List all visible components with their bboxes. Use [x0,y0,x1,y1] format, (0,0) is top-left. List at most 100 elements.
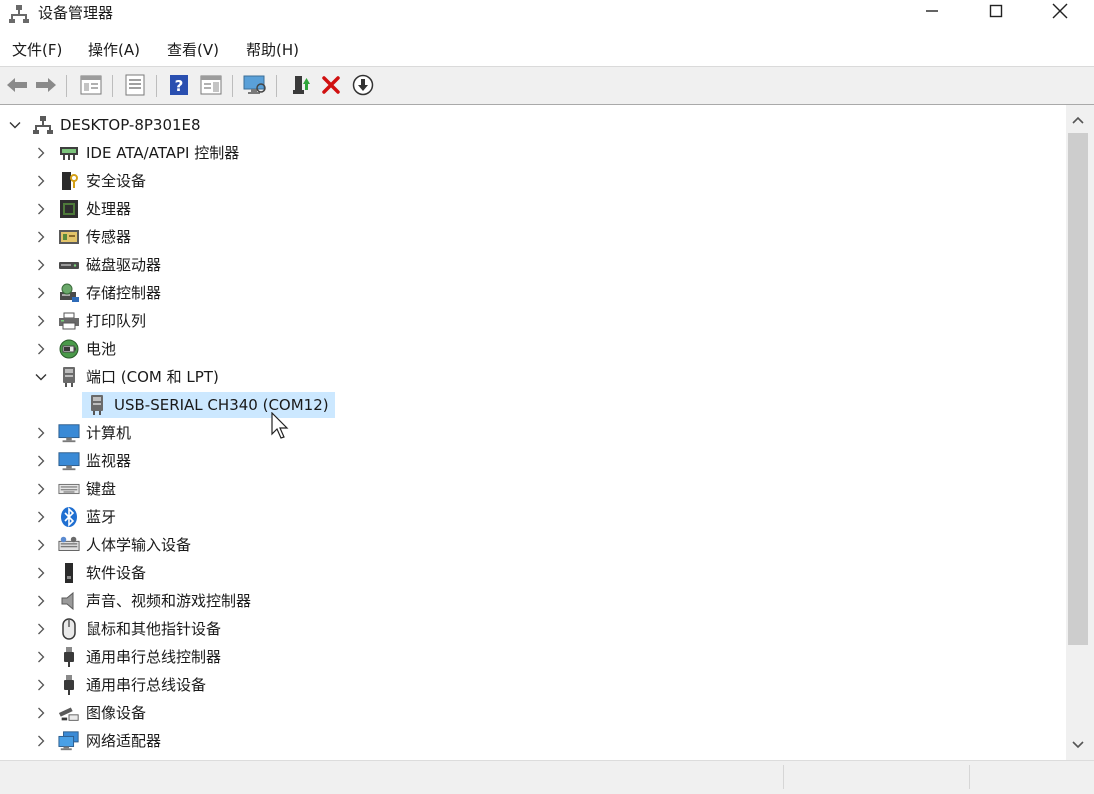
status-pane [783,765,970,789]
tree-item-usb-serial-ch340[interactable]: USB-SERIAL CH340 (COM12) [82,392,335,418]
chevron-right-icon[interactable] [34,566,48,580]
tree-item-imaging-devices[interactable]: 图像设备 [34,700,146,726]
hid-icon [58,534,80,556]
tree-item-label: 电池 [86,340,117,358]
tree-item-monitors[interactable]: 监视器 [34,448,131,474]
chevron-right-icon[interactable] [34,342,48,356]
tree-item-label: 存储控制器 [86,284,162,302]
chevron-right-icon[interactable] [34,622,48,636]
tree-root[interactable]: DESKTOP-8P301E8 [8,112,201,138]
chevron-right-icon[interactable] [34,454,48,468]
monitor-icon [58,450,80,472]
tree-item-processors[interactable]: 处理器 [34,196,131,222]
device-tree-pane: DESKTOP-8P301E8 IDE ATA/ATAPI 控制器 安全设备 处… [0,104,1094,761]
help-icon[interactable]: ? [167,73,191,97]
forward-arrow-icon[interactable] [34,73,58,97]
tree-item-label: 打印队列 [86,312,147,330]
maximize-button[interactable] [966,0,1026,26]
menu-file[interactable]: 文件(F) [12,40,62,60]
minimize-button[interactable] [902,0,962,26]
svg-text:?: ? [175,77,184,95]
tree-item-label: 鼠标和其他指针设备 [86,620,222,638]
minimize-icon [925,4,939,22]
menu-view[interactable]: 查看(V) [167,40,219,60]
chevron-right-icon[interactable] [34,258,48,272]
tree-item-keyboards[interactable]: 键盘 [34,476,116,502]
vertical-scrollbar[interactable] [1066,105,1094,761]
tree-item-label: 传感器 [86,228,132,246]
chevron-right-icon[interactable] [34,650,48,664]
tree-item-label: 声音、视频和游戏控制器 [86,592,252,610]
scan-hardware-icon[interactable] [243,73,267,97]
tree-item-storage-controllers[interactable]: 存储控制器 [34,280,161,306]
sensor-icon [58,226,80,248]
tree-item-usb-devices[interactable]: 通用串行总线设备 [34,672,206,698]
update-driver-icon[interactable] [288,73,312,97]
keyboard-icon [58,478,80,500]
tree-item-label: IDE ATA/ATAPI 控制器 [86,144,240,162]
chevron-right-icon[interactable] [34,426,48,440]
tree-item-security-devices[interactable]: 安全设备 [34,168,146,194]
scrollbar-thumb[interactable] [1068,133,1088,645]
scroll-down-icon[interactable] [1070,737,1086,753]
uninstall-device-icon[interactable] [319,73,343,97]
tree-item-label: 人体学输入设备 [86,536,192,554]
chevron-right-icon[interactable] [34,146,48,160]
chevron-right-icon[interactable] [34,510,48,524]
show-hide-tree-icon[interactable] [79,73,103,97]
toolbar-separator [276,75,277,97]
chevron-right-icon[interactable] [34,202,48,216]
maximize-icon [989,4,1003,22]
toolbar-separator [66,75,67,97]
toolbar-separator [156,75,157,97]
tree-item-label: 监视器 [86,452,132,470]
tree-item-computer[interactable]: 计算机 [34,420,131,446]
chevron-right-icon[interactable] [34,174,48,188]
scroll-up-icon[interactable] [1070,112,1086,128]
tree-item-label: 磁盘驱动器 [86,256,162,274]
menu-action[interactable]: 操作(A) [88,40,140,60]
disk-drive-icon [58,254,80,276]
tree-item-batteries[interactable]: 电池 [34,336,116,362]
tree-item-print-queues[interactable]: 打印队列 [34,308,146,334]
action-pane-icon[interactable] [199,73,223,97]
chevron-right-icon[interactable] [34,314,48,328]
title-bar: 设备管理器 [0,0,1094,34]
tree-item-software-devices[interactable]: 软件设备 [34,560,146,586]
chevron-right-icon[interactable] [34,538,48,552]
tree-item-disk-drives[interactable]: 磁盘驱动器 [34,252,161,278]
window-title: 设备管理器 [38,4,114,22]
chevron-down-icon[interactable] [8,118,22,132]
menu-help[interactable]: 帮助(H) [246,40,299,60]
tree-item-ports[interactable]: 端口 (COM 和 LPT) [34,364,219,390]
chevron-right-icon[interactable] [34,594,48,608]
chevron-right-icon[interactable] [34,706,48,720]
tree-item-usb-controllers[interactable]: 通用串行总线控制器 [34,644,221,670]
tree-item-sound-video-game-controllers[interactable]: 声音、视频和游戏控制器 [34,588,251,614]
tree-item-network-adapters[interactable]: 网络适配器 [34,728,161,754]
mouse-icon [58,618,80,640]
chevron-right-icon[interactable] [34,482,48,496]
disable-device-icon[interactable] [351,73,375,97]
battery-icon [58,338,80,360]
toolbar: ? [0,66,1094,105]
tree-item-bluetooth[interactable]: 蓝牙 [34,504,116,530]
tree-item-ide-controller[interactable]: IDE ATA/ATAPI 控制器 [34,140,239,166]
back-arrow-icon[interactable] [5,73,29,97]
chevron-right-icon[interactable] [34,286,48,300]
chevron-down-icon[interactable] [34,370,48,384]
computer-icon [58,422,80,444]
bluetooth-icon [58,506,80,528]
usb-device-icon [58,674,80,696]
chevron-right-icon[interactable] [34,734,48,748]
status-bar [0,760,1094,794]
tree-item-mice[interactable]: 鼠标和其他指针设备 [34,616,221,642]
chevron-right-icon[interactable] [34,678,48,692]
tree-item-label: 安全设备 [86,172,147,190]
tree-item-sensors[interactable]: 传感器 [34,224,131,250]
properties-icon[interactable] [123,73,147,97]
tree-item-human-interface-devices[interactable]: 人体学输入设备 [34,532,191,558]
software-device-icon [58,562,80,584]
chevron-right-icon[interactable] [34,230,48,244]
close-button[interactable] [1030,0,1090,26]
